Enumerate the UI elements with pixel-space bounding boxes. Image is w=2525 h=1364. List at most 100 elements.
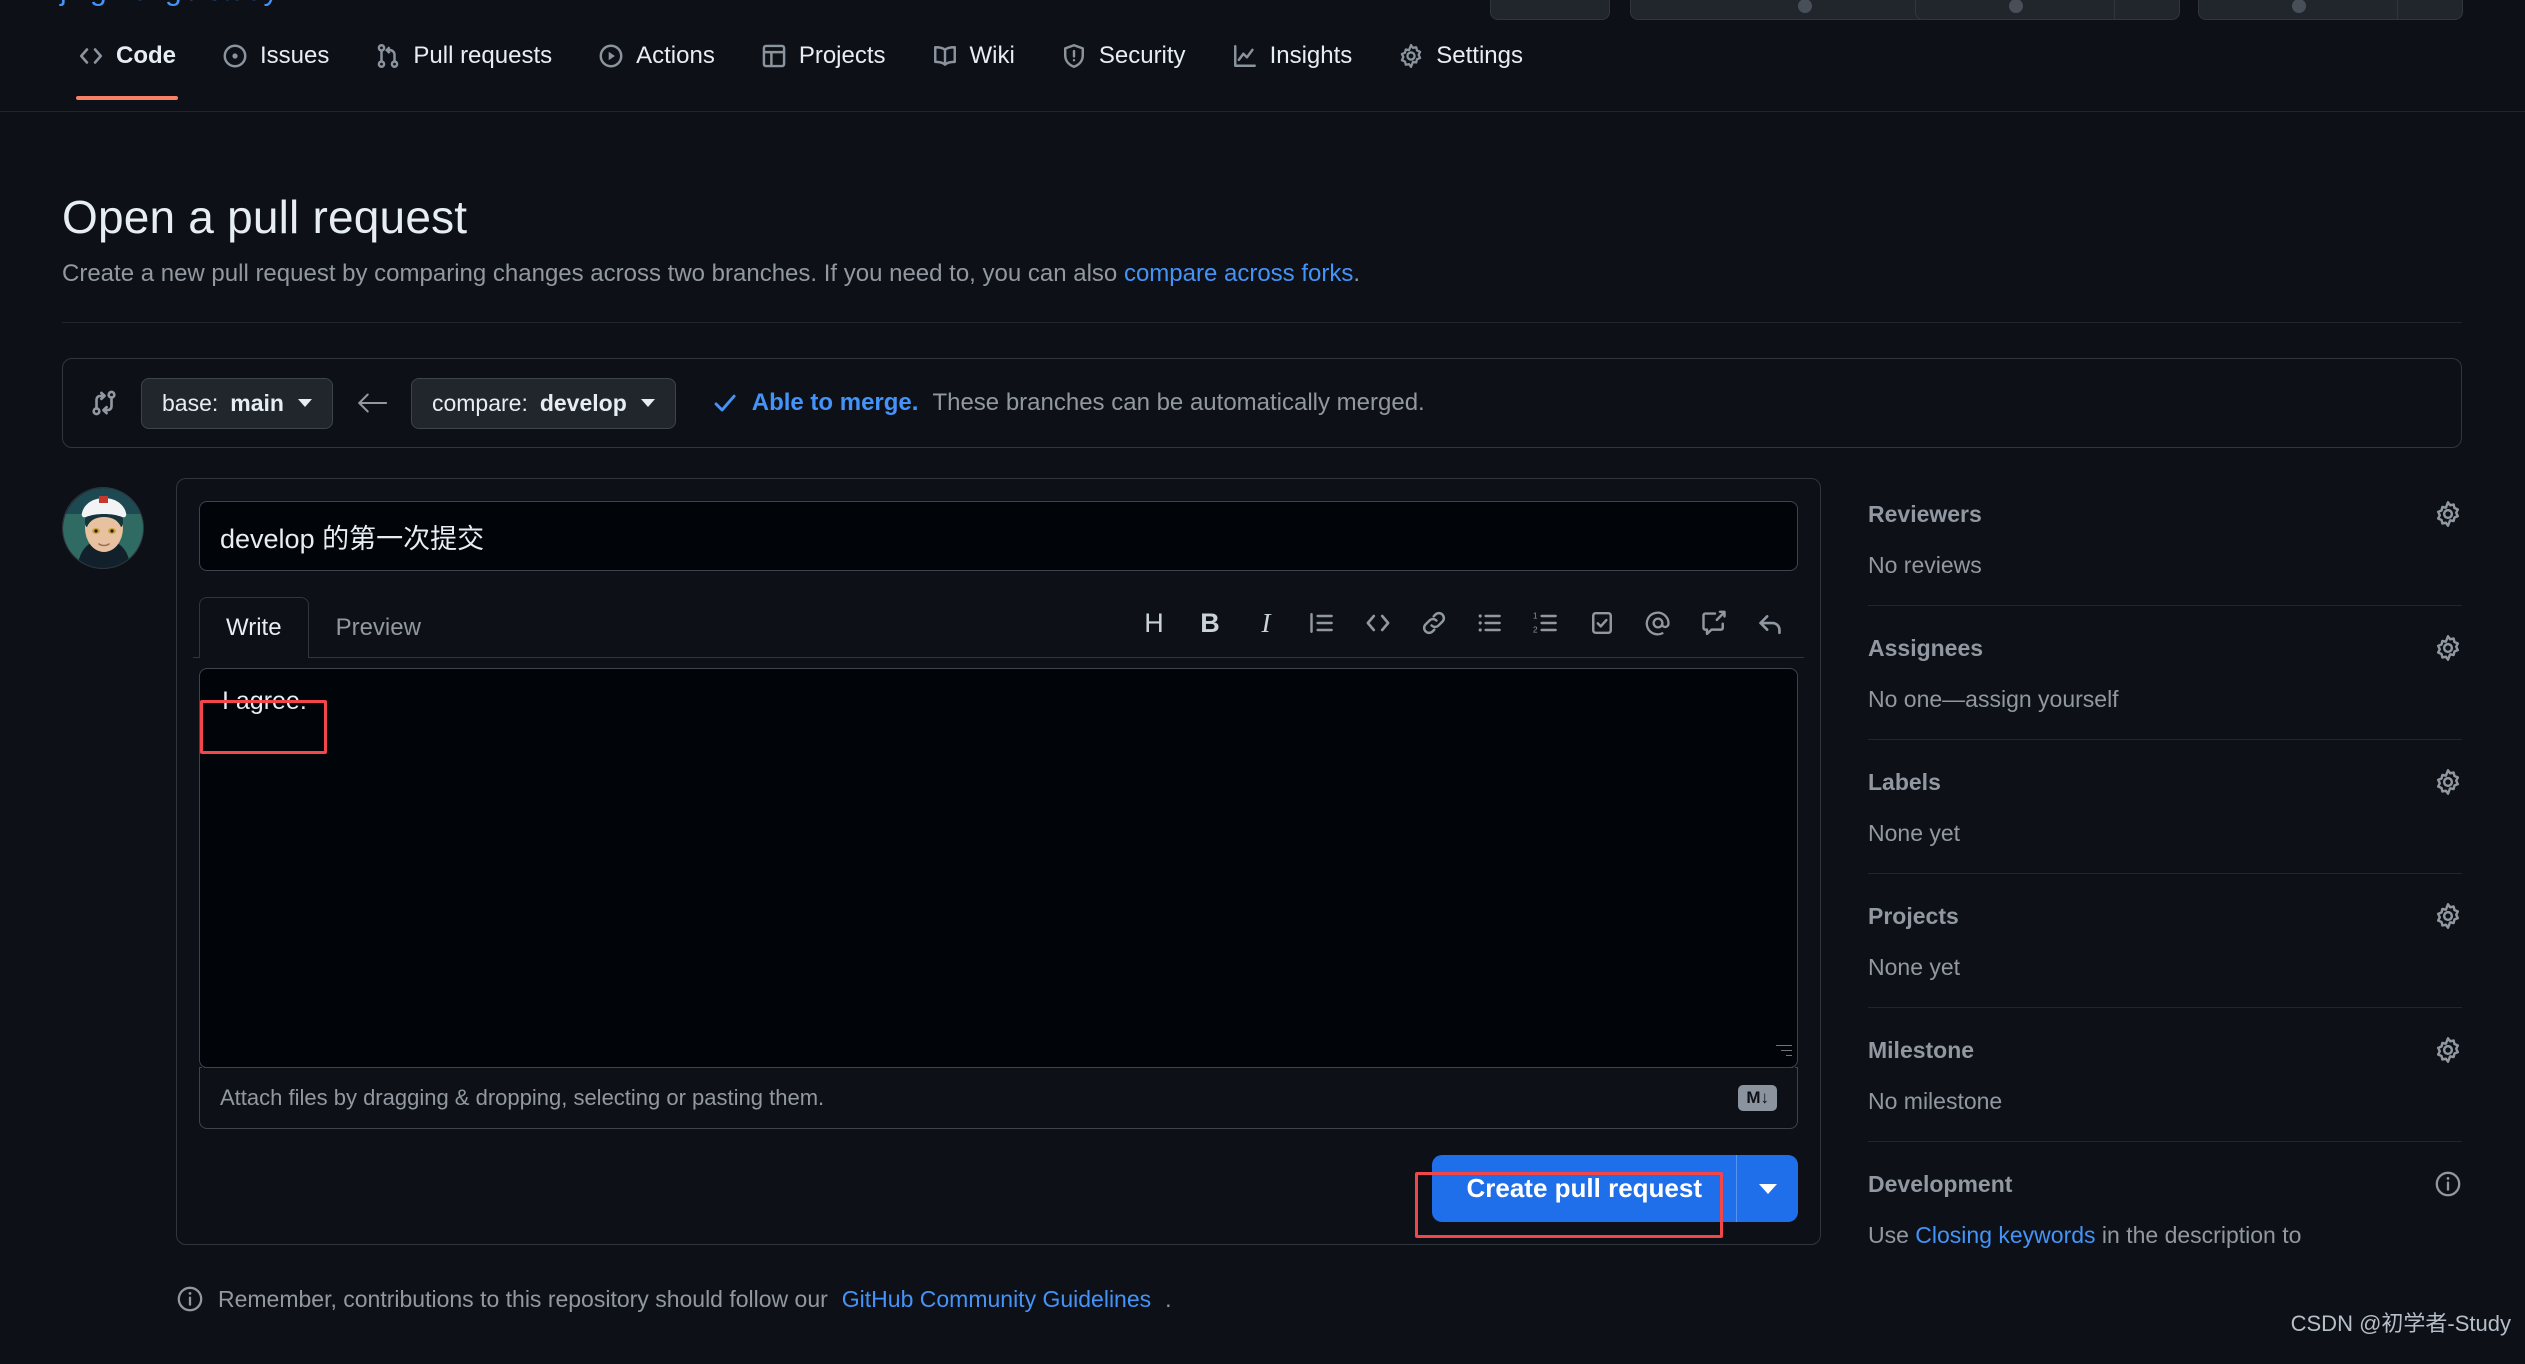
tab-projects-label: Projects: [799, 42, 886, 70]
sidebar-milestone-value: No milestone: [1868, 1088, 2462, 1115]
sidebar-assignees-title: Assignees: [1868, 635, 1983, 662]
tab-code[interactable]: Code: [62, 34, 192, 100]
compare-branch-name: develop: [540, 390, 627, 417]
gear-icon[interactable]: [2434, 500, 2462, 528]
pull-request-composer: Write Preview H B I 12: [176, 478, 1821, 1245]
ordered-list-icon[interactable]: 12: [1518, 599, 1574, 647]
chevron-down-icon: [298, 399, 312, 407]
heading-icon[interactable]: H: [1126, 599, 1182, 647]
tab-issues[interactable]: Issues: [206, 34, 345, 100]
create-pull-request-dropdown[interactable]: [1736, 1155, 1798, 1222]
sidebar-divider: [1868, 1141, 2462, 1142]
sidebar-reviewers-value: No reviews: [1868, 552, 2462, 579]
sidebar-development-value: Use Closing keywords in the description …: [1868, 1222, 2462, 1249]
table-icon: [761, 43, 787, 69]
heading-divider: [62, 322, 2462, 323]
branch-compare-bar: base: main compare: develop Able to merg…: [62, 358, 2462, 448]
tab-settings[interactable]: Settings: [1382, 34, 1539, 100]
breadcrumb: jingmeng / study: [60, 0, 279, 8]
tab-pull-requests[interactable]: Pull requests: [359, 34, 568, 100]
development-text-after: in the description to: [2096, 1222, 2302, 1248]
code-icon[interactable]: [1350, 599, 1406, 647]
quote-icon[interactable]: [1294, 599, 1350, 647]
link-icon[interactable]: [1406, 599, 1462, 647]
play-icon: [598, 43, 624, 69]
closing-keywords-link[interactable]: Closing keywords: [1915, 1222, 2095, 1248]
code-icon: [78, 43, 104, 69]
mention-icon[interactable]: [1630, 599, 1686, 647]
tab-actions[interactable]: Actions: [582, 34, 731, 100]
chevron-down-icon: [641, 399, 655, 407]
sidebar-development-title: Development: [1868, 1171, 2012, 1198]
sidebar-section-projects: Projects None yet: [1868, 902, 2462, 1007]
header-button-4[interactable]: [2198, 0, 2463, 20]
gear-icon[interactable]: [2434, 634, 2462, 662]
svg-text:2: 2: [1533, 625, 1538, 634]
info-icon: [176, 1285, 204, 1313]
page-subtitle: Create a new pull request by comparing c…: [62, 260, 1360, 288]
header-button-3-dot: [2009, 0, 2023, 13]
sidebar-assignees-value[interactable]: No one—assign yourself: [1868, 686, 2462, 713]
base-branch-label: base:: [162, 390, 218, 417]
pull-request-body-textarea[interactable]: I agree.: [199, 668, 1798, 1068]
sidebar-section-milestone: Milestone No milestone: [1868, 1036, 2462, 1141]
tab-pull-requests-label: Pull requests: [413, 42, 552, 70]
italic-icon[interactable]: I: [1238, 599, 1294, 647]
bold-icon[interactable]: B: [1182, 599, 1238, 647]
attach-files-text: Attach files by dragging & dropping, sel…: [220, 1085, 824, 1111]
header-button-1[interactable]: [1490, 0, 1610, 20]
tab-wiki-label: Wiki: [970, 42, 1015, 70]
unordered-list-icon[interactable]: [1462, 599, 1518, 647]
base-branch-name: main: [230, 390, 284, 417]
breadcrumb-owner[interactable]: jingmeng: [60, 0, 182, 7]
breadcrumb-repo[interactable]: study: [207, 0, 279, 7]
markdown-badge[interactable]: M↓: [1738, 1085, 1777, 1111]
community-guidelines-link[interactable]: GitHub Community Guidelines: [842, 1286, 1151, 1313]
sidebar-reviewers-header: Reviewers: [1868, 500, 2462, 528]
tab-security[interactable]: Security: [1045, 34, 1202, 100]
graph-icon: [1232, 43, 1258, 69]
tab-insights[interactable]: Insights: [1216, 34, 1369, 100]
reply-icon[interactable]: [1742, 599, 1798, 647]
community-guidelines-note: Remember, contributions to this reposito…: [176, 1285, 1172, 1313]
breadcrumb-separator: /: [190, 0, 198, 7]
tab-issues-label: Issues: [260, 42, 329, 70]
issue-opened-icon: [222, 43, 248, 69]
tab-insights-label: Insights: [1270, 42, 1353, 70]
markdown-toolbar: H B I 12: [1126, 599, 1798, 657]
header-button-2-dot: [1798, 0, 1812, 13]
tab-projects[interactable]: Projects: [745, 34, 902, 100]
info-icon[interactable]: [2434, 1170, 2462, 1198]
check-icon: [712, 390, 738, 416]
sidebar-section-labels: Labels None yet: [1868, 768, 2462, 873]
git-pull-request-icon: [375, 43, 401, 69]
composer-tabs-row: Write Preview H B I 12: [193, 597, 1804, 658]
sidebar-milestone-header: Milestone: [1868, 1036, 2462, 1064]
gear-icon[interactable]: [2434, 1036, 2462, 1064]
avatar[interactable]: [62, 487, 144, 569]
compare-across-forks-link[interactable]: compare across forks: [1124, 260, 1353, 287]
textarea-resize-handle[interactable]: [1774, 1045, 1792, 1063]
create-pull-request-button[interactable]: Create pull request: [1432, 1155, 1736, 1222]
saved-reply-icon[interactable]: [1686, 599, 1742, 647]
chevron-down-icon: [1759, 1184, 1777, 1194]
attach-files-bar[interactable]: Attach files by dragging & dropping, sel…: [199, 1067, 1798, 1129]
tab-preview[interactable]: Preview: [309, 597, 448, 658]
compare-branch-selector[interactable]: compare: develop: [411, 378, 676, 429]
task-list-icon[interactable]: [1574, 599, 1630, 647]
tab-actions-label: Actions: [636, 42, 715, 70]
sidebar-divider: [1868, 605, 2462, 606]
header-button-3[interactable]: [1915, 0, 2180, 20]
tab-write[interactable]: Write: [199, 597, 309, 658]
gear-icon[interactable]: [2434, 902, 2462, 930]
merge-status-label: Able to merge.: [752, 389, 919, 417]
composer-actions: Create pull request: [193, 1129, 1804, 1228]
pull-request-title-input[interactable]: [199, 501, 1798, 571]
sidebar-labels-header: Labels: [1868, 768, 2462, 796]
base-branch-selector[interactable]: base: main: [141, 378, 333, 429]
sidebar-projects-value: None yet: [1868, 954, 2462, 981]
tab-wiki[interactable]: Wiki: [916, 34, 1031, 100]
community-guidelines-text: Remember, contributions to this reposito…: [218, 1286, 828, 1313]
gear-icon[interactable]: [2434, 768, 2462, 796]
sidebar-divider: [1868, 1007, 2462, 1008]
